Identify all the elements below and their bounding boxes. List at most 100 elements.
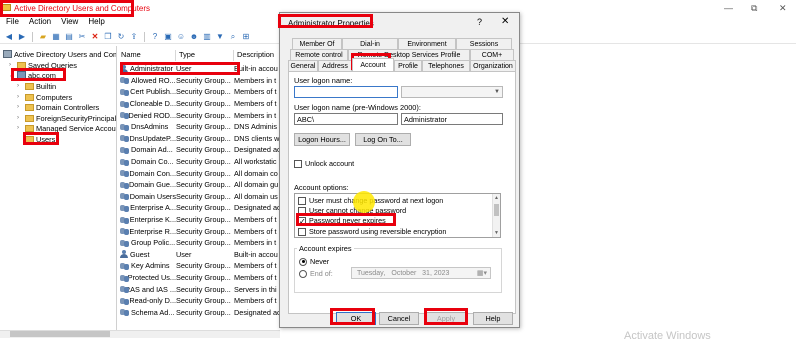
column-header-type[interactable]: Type: [176, 50, 234, 61]
up-folder-icon[interactable]: ▰: [38, 32, 48, 42]
new-ou-icon[interactable]: ▥: [202, 32, 212, 42]
show-tree-icon[interactable]: ▦: [51, 32, 61, 42]
unlock-account-checkbox[interactable]: Unlock account: [294, 159, 354, 168]
properties-icon[interactable]: ▤: [64, 32, 74, 42]
table-row[interactable]: Allowed RO... Security Group... Members in…: [118, 75, 280, 87]
help-icon[interactable]: ?: [150, 32, 160, 42]
menu-view[interactable]: View: [61, 17, 78, 28]
table-row[interactable]: Group Polic... Security Group... Members i…: [118, 237, 280, 249]
chevron-right-icon[interactable]: ›: [17, 104, 23, 110]
add-to-group-icon[interactable]: ⊞: [241, 32, 251, 42]
tree-root[interactable]: Active Directory Users and Com: [3, 49, 116, 59]
chevron-right-icon[interactable]: ›: [17, 83, 23, 89]
table-row[interactable]: Domain Users Security Group... All domain …: [118, 191, 280, 203]
table-row[interactable]: Denied ROD... Security Group... Members in…: [118, 109, 280, 121]
column-header-description[interactable]: Description: [234, 50, 280, 61]
chevron-right-icon[interactable]: ›: [17, 125, 23, 131]
table-row[interactable]: Read-only D... Security Group... Members o…: [118, 295, 280, 307]
radio-button[interactable]: [299, 257, 307, 266]
tree-item-users[interactable]: Users: [17, 134, 55, 144]
tab-member-of[interactable]: Member Of: [292, 38, 342, 49]
apply-button[interactable]: Apply: [426, 312, 466, 325]
never-radio[interactable]: Never: [299, 257, 329, 266]
tab-com-plus[interactable]: COM+: [470, 49, 514, 60]
chevron-right-icon[interactable]: ›: [17, 115, 23, 121]
cut-icon[interactable]: ✂: [77, 32, 87, 42]
forward-icon[interactable]: ▶: [17, 32, 27, 42]
tab-organization[interactable]: Organization: [470, 60, 516, 71]
end-date-picker[interactable]: Tuesday, October 31, 2023 ▦▾: [351, 267, 491, 279]
chevron-right-icon[interactable]: ›: [9, 62, 15, 68]
tab-telephones[interactable]: Telephones: [422, 60, 470, 71]
checkbox-box[interactable]: [298, 227, 306, 236]
table-row[interactable]: DnsAdmins Security Group... DNS Adminis: [118, 121, 280, 133]
tree-item-builtin[interactable]: › Builtin: [17, 81, 56, 91]
tree-item-domain[interactable]: ⌄ abc.com: [9, 70, 56, 80]
table-row[interactable]: Cert Publish... Security Group... Members …: [118, 86, 280, 98]
checkbox-box[interactable]: [294, 159, 302, 168]
table-row[interactable]: RAS and IAS ... Security Group... Servers …: [118, 283, 280, 295]
ok-button[interactable]: OK: [336, 312, 376, 325]
endof-radio[interactable]: End of:: [299, 269, 333, 278]
log-on-to-button[interactable]: Log On To...: [355, 133, 411, 146]
table-row[interactable]: Enterprise R... Security Group... Members …: [118, 225, 280, 237]
option-reversible-encryption[interactable]: Store password using reversible encrypti…: [298, 227, 446, 236]
radio-button[interactable]: [299, 269, 307, 278]
cancel-button[interactable]: Cancel: [379, 312, 419, 325]
back-icon[interactable]: ◀: [4, 32, 14, 42]
column-header-name[interactable]: Name: [118, 50, 176, 61]
logon-hours-button[interactable]: Logon Hours...: [294, 133, 350, 146]
export-icon[interactable]: ⇪: [129, 32, 139, 42]
tab-sessions[interactable]: Sessions: [456, 38, 512, 49]
scroll-up-icon[interactable]: ▲: [494, 195, 499, 201]
option-cannot-change-password[interactable]: User cannot change password: [298, 206, 406, 215]
tab-remote-control[interactable]: Remote control: [290, 49, 348, 60]
new-group-icon[interactable]: ☻: [189, 32, 199, 42]
upn-suffix-select[interactable]: ▼: [401, 86, 503, 98]
tab-profile[interactable]: Profile: [394, 60, 422, 71]
tree-item-saved-queries[interactable]: › Saved Queries: [9, 60, 77, 70]
calendar-icon[interactable]: ▦▾: [477, 269, 487, 277]
menu-file[interactable]: File: [6, 17, 19, 28]
close-icon[interactable]: ✕: [779, 3, 787, 14]
restore-icon[interactable]: ⧉: [751, 3, 757, 14]
tab-general[interactable]: General: [288, 60, 318, 71]
table-row[interactable]: Domain Gue... Security Group... All domain…: [118, 179, 280, 191]
table-row[interactable]: Protected Us... Security Group... Members …: [118, 272, 280, 284]
console-icon[interactable]: ▣: [163, 32, 173, 42]
tree-item-managed-service[interactable]: › Managed Service Accour: [17, 123, 116, 133]
tree-item-foreign-security[interactable]: › ForeignSecurityPrincipal: [17, 113, 116, 123]
new-user-icon[interactable]: ☺: [176, 32, 186, 42]
table-row[interactable]: Key Admins Security Group... Members of t: [118, 260, 280, 272]
filter-icon[interactable]: ▼: [215, 32, 225, 42]
tab-dial-in[interactable]: Dial-in: [342, 38, 398, 49]
tab-environment[interactable]: Environment: [398, 38, 456, 49]
chevron-right-icon[interactable]: ›: [17, 94, 23, 100]
checkbox-box[interactable]: [298, 196, 306, 205]
checkbox-box[interactable]: [298, 206, 306, 215]
table-row[interactable]: Domain Co... Security Group... All worksta…: [118, 156, 280, 168]
help-icon[interactable]: ?: [477, 17, 482, 27]
table-row[interactable]: DnsUpdateP... Security Group... DNS client…: [118, 133, 280, 145]
table-row[interactable]: Schema Ad... Security Group... Designated …: [118, 307, 280, 319]
refresh-icon[interactable]: ↻: [116, 32, 126, 42]
checkmark-icon[interactable]: ✓: [298, 216, 306, 225]
scrollbar-thumb[interactable]: [494, 204, 499, 216]
table-row[interactable]: Domain Ad... Security Group... Designated …: [118, 144, 280, 156]
menu-help[interactable]: Help: [88, 17, 104, 28]
table-row[interactable]: Enterprise K... Security Group... Members …: [118, 214, 280, 226]
tree-item-domain-controllers[interactable]: › Domain Controllers: [17, 102, 99, 112]
close-icon[interactable]: ✕: [501, 16, 509, 27]
table-row[interactable]: Administrator User Built-in accou: [118, 63, 280, 75]
scrollbar-thumb[interactable]: [10, 331, 110, 337]
table-row[interactable]: Cloneable D... Security Group... Members o…: [118, 98, 280, 110]
table-row[interactable]: Domain Con... Security Group... All domain…: [118, 167, 280, 179]
options-scrollbar[interactable]: ▲ ▼: [492, 194, 500, 237]
delete-icon[interactable]: ✕: [90, 32, 100, 42]
tree-item-computers[interactable]: › Computers: [17, 92, 72, 102]
chevron-down-icon[interactable]: ⌄: [9, 72, 15, 79]
scroll-down-icon[interactable]: ▼: [494, 230, 499, 236]
logon-name-input[interactable]: [294, 86, 398, 98]
find-icon[interactable]: ⌕: [228, 32, 238, 42]
pre2000-user-field[interactable]: Administrator: [401, 113, 503, 125]
